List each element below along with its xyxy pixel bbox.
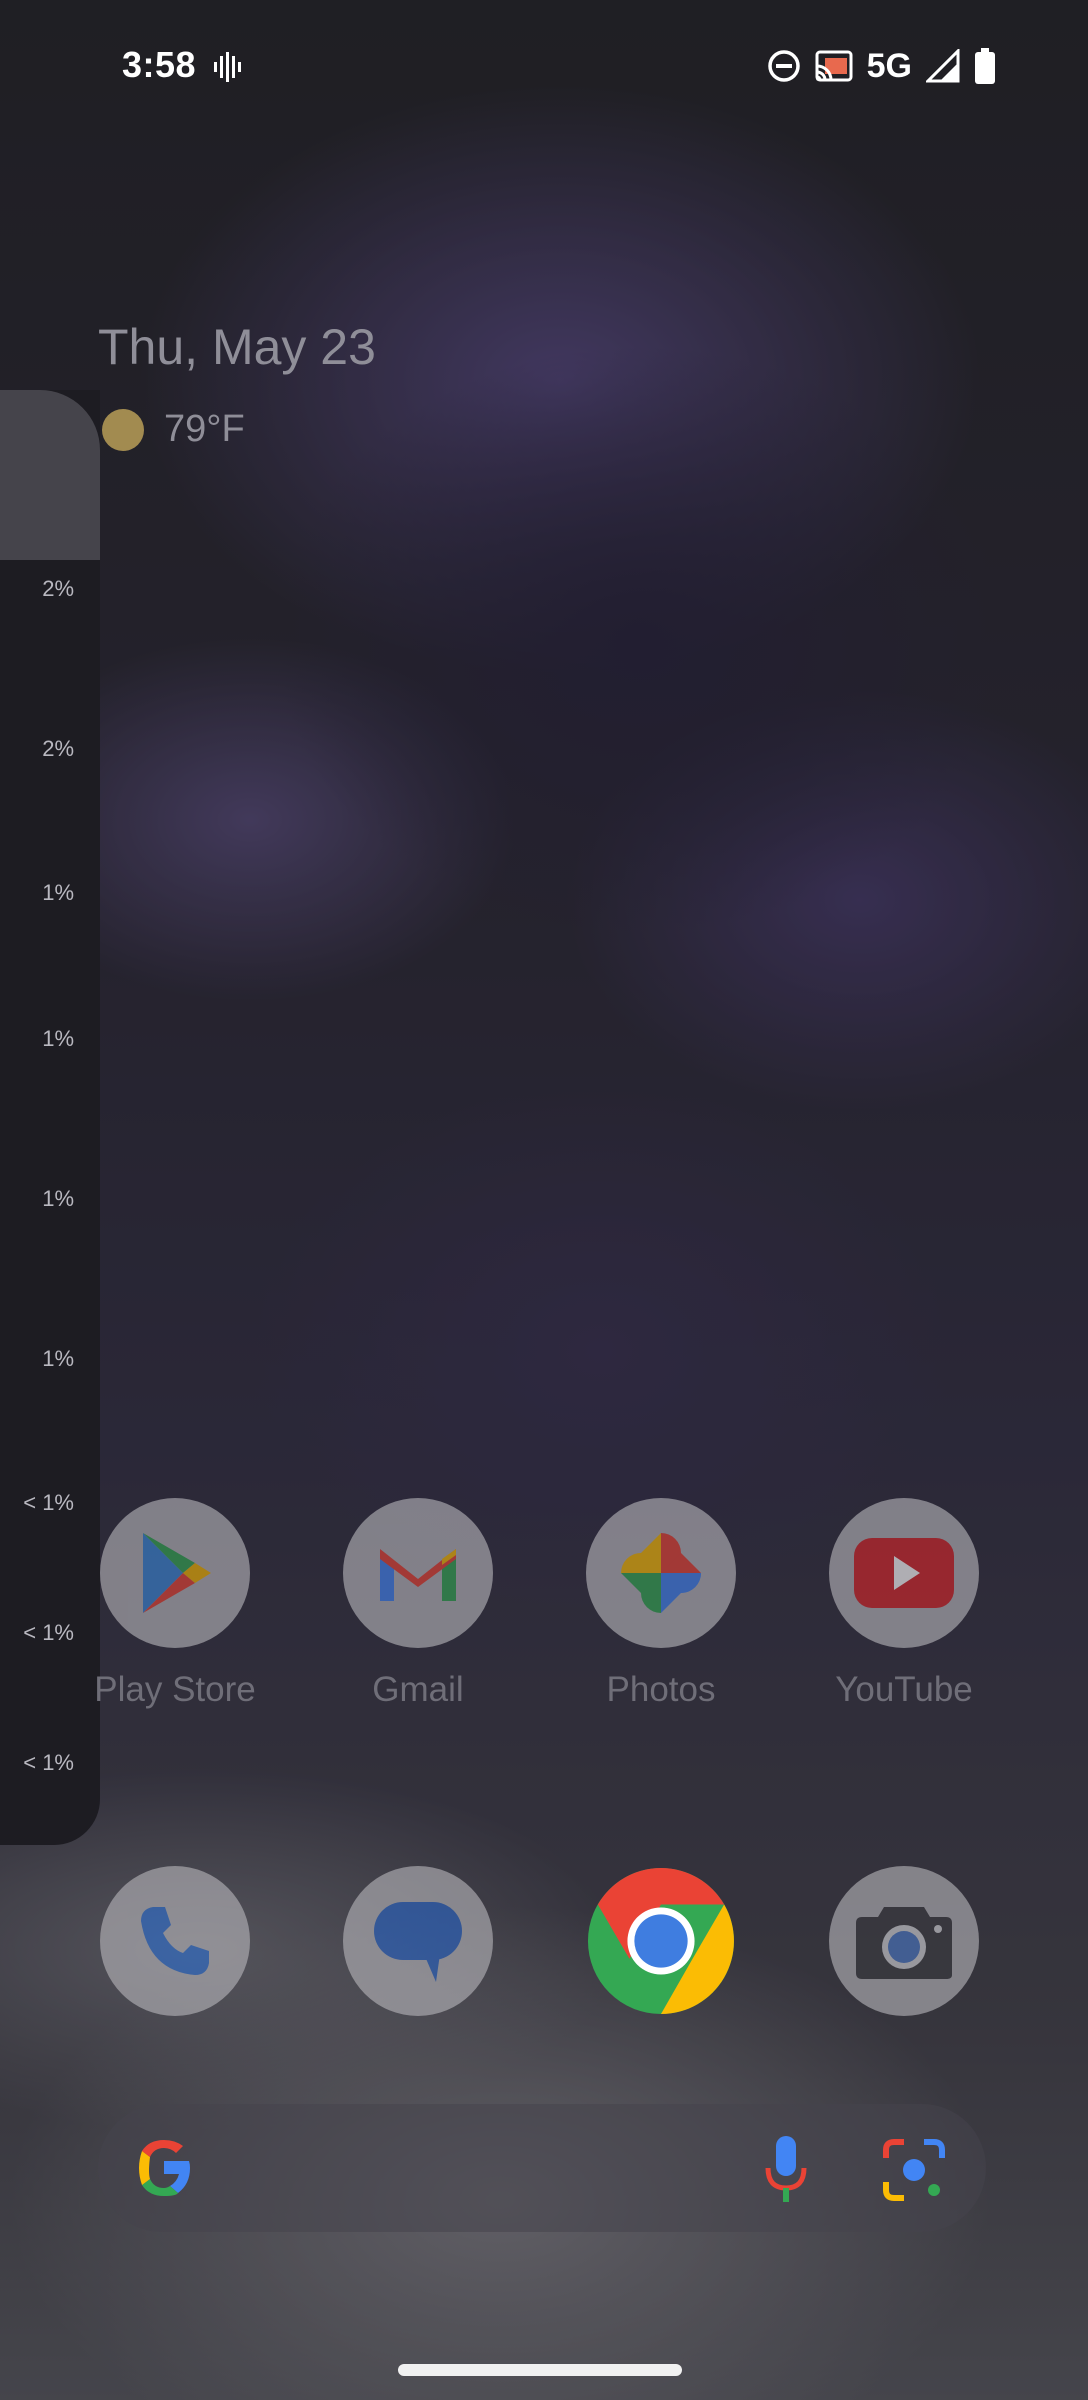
app-label: Gmail xyxy=(372,1670,464,1709)
app-label: Play Store xyxy=(94,1670,256,1709)
usage-value: 1% xyxy=(42,1346,74,1371)
app-youtube[interactable]: YouTube xyxy=(799,1498,1009,1710)
usage-value: 1% xyxy=(42,1186,74,1211)
usage-value: 1% xyxy=(42,1026,74,1051)
status-time: 3:58 xyxy=(122,44,197,85)
photos-icon xyxy=(586,1498,736,1648)
usage-value: 1% xyxy=(42,880,74,905)
do-not-disturb-icon xyxy=(767,50,800,82)
status-bar: 3:58 5G xyxy=(0,0,1088,134)
usage-value: 2% xyxy=(42,736,74,761)
play-store-icon xyxy=(100,1498,250,1648)
network-type: 5G xyxy=(866,46,912,85)
cast-icon xyxy=(815,50,853,82)
usage-value: < 1% xyxy=(23,1490,74,1515)
google-search-bar[interactable] xyxy=(98,2104,986,2232)
app-gmail[interactable]: Gmail xyxy=(313,1498,523,1710)
phone-icon xyxy=(100,1866,250,2016)
google-g-icon xyxy=(139,2140,190,2196)
side-panel-handle[interactable] xyxy=(0,390,100,560)
temperature-text: 79°F xyxy=(164,408,245,450)
dock-camera[interactable] xyxy=(799,1866,1009,2016)
app-label: Photos xyxy=(606,1670,716,1709)
sun-icon xyxy=(102,408,144,451)
lens-icon[interactable] xyxy=(882,2138,946,2202)
gesture-nav-handle[interactable] xyxy=(398,2364,682,2376)
app-label: YouTube xyxy=(835,1670,973,1709)
dock-phone[interactable] xyxy=(70,1866,280,2016)
status-icons: 5G xyxy=(767,44,996,88)
camera-icon xyxy=(829,1866,979,2016)
signal-icon xyxy=(926,49,960,83)
weather-widget[interactable]: 79°F xyxy=(102,408,245,451)
dock-chrome[interactable] xyxy=(556,1866,766,2016)
app-play-store[interactable]: Play Store xyxy=(70,1498,280,1710)
gmail-icon xyxy=(343,1498,493,1648)
battery-icon xyxy=(975,48,995,84)
vibration-icon xyxy=(214,52,241,82)
messages-icon xyxy=(343,1866,493,2016)
date-text[interactable]: Thu, May 23 xyxy=(98,318,376,376)
dock-messages[interactable] xyxy=(313,1866,523,2016)
app-photos[interactable]: Photos xyxy=(556,1498,766,1710)
youtube-icon xyxy=(829,1498,979,1648)
usage-value: < 1% xyxy=(23,1620,74,1645)
microphone-icon[interactable] xyxy=(762,2134,810,2206)
usage-value: < 1% xyxy=(23,1750,74,1775)
usage-value: 2% xyxy=(42,576,74,601)
chrome-icon xyxy=(586,1866,736,2016)
